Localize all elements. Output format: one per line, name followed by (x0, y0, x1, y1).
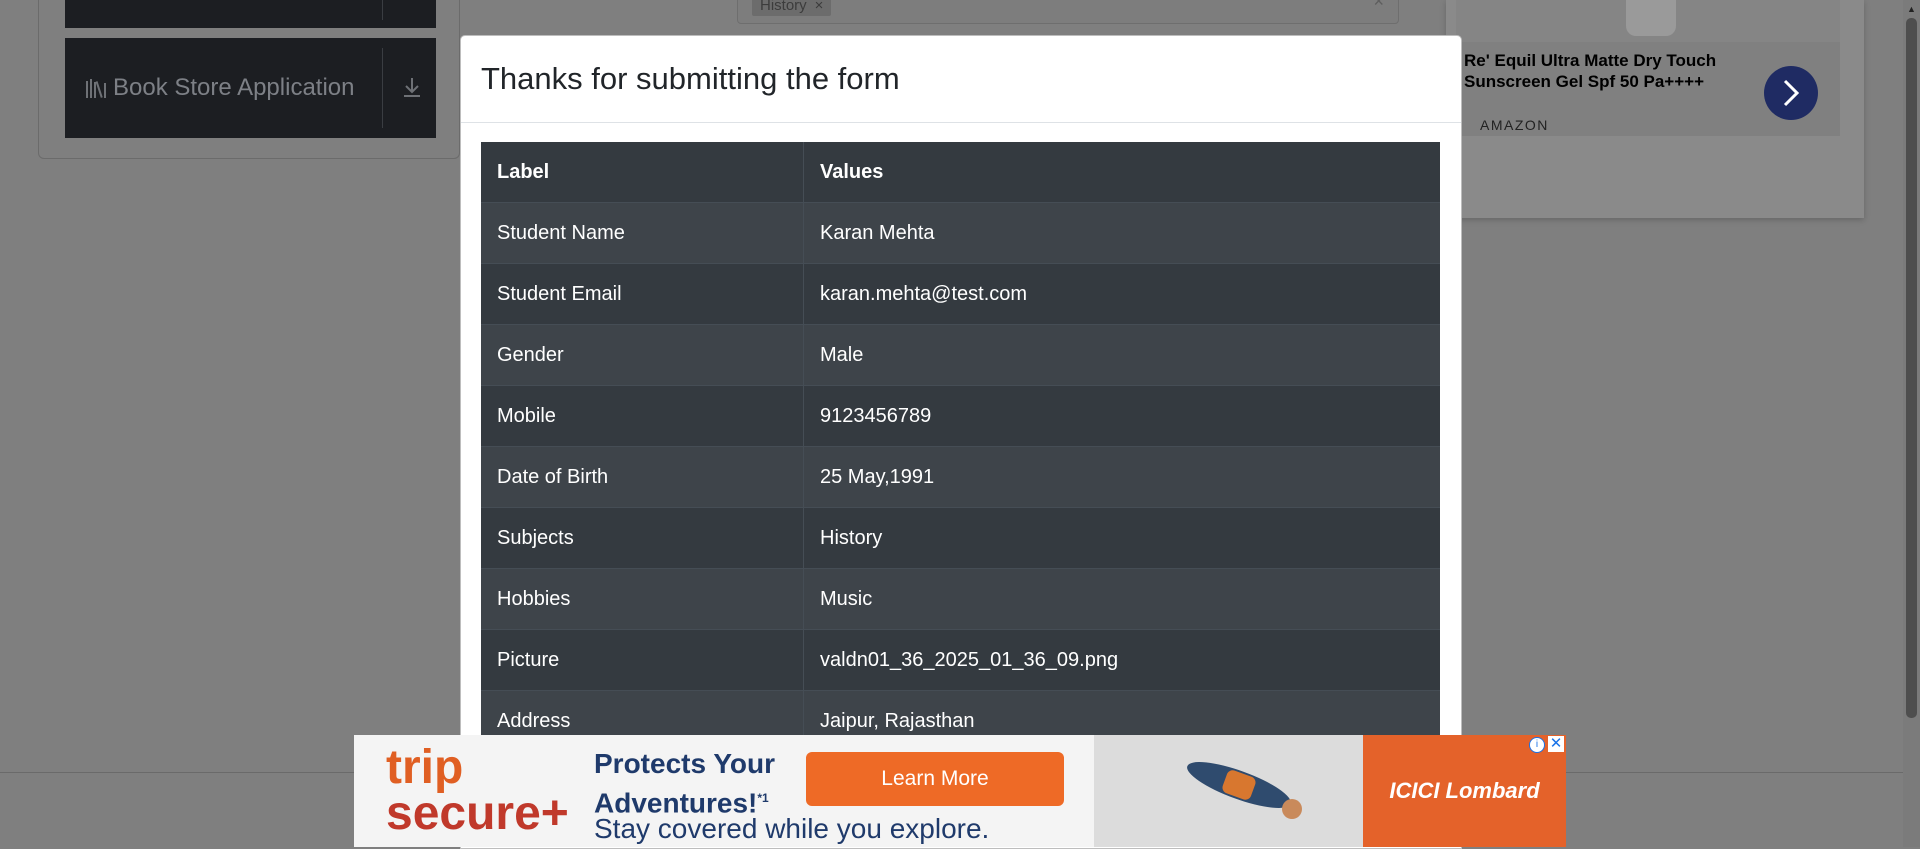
side-advertisement[interactable]: Re' Equil Ultra Matte Dry Touch Sunscree… (1446, 0, 1864, 218)
row-value: Music (803, 568, 1440, 630)
table-row: Date of Birth 25 May,1991 (481, 446, 1440, 508)
ad-close-icon[interactable]: ✕ (1548, 736, 1564, 752)
ad-subline: Stay covered while you explore. (594, 813, 990, 844)
modal-title: Thanks for submitting the form (481, 61, 900, 96)
learn-more-button[interactable]: Learn More (806, 752, 1064, 806)
row-value: 9123456789 (803, 385, 1440, 447)
scroll-thumb[interactable] (1906, 18, 1917, 718)
ad-info-icon[interactable]: i (1529, 737, 1545, 753)
clear-icon[interactable]: × (1373, 0, 1384, 12)
trip-secure-logo: trip secure+ (386, 741, 569, 840)
tile-divider (382, 0, 383, 20)
page-scrollbar[interactable]: ▲ (1903, 0, 1920, 847)
row-label: Student Name (481, 202, 804, 264)
ad-next-button[interactable] (1764, 66, 1818, 120)
row-label: Subjects (481, 507, 804, 569)
table-row: Mobile 9123456789 (481, 385, 1440, 447)
ad-brand: AMAZON (1480, 117, 1549, 133)
sidebar-tile-book-store[interactable]: Book Store Application (65, 38, 436, 138)
table-row: Gender Male (481, 324, 1440, 386)
subject-chip: History × (752, 0, 832, 16)
chip-remove-icon[interactable]: × (815, 0, 824, 14)
headline-footnote: *1 (757, 791, 769, 805)
logo-line-2: secure+ (386, 787, 569, 840)
row-value: 25 May,1991 (803, 446, 1440, 508)
table-row: Hobbies Music (481, 568, 1440, 630)
table-row: Student Email karan.mehta@test.com (481, 263, 1440, 325)
row-value: karan.mehta@test.com (803, 263, 1440, 325)
product-bottle-image (1626, 0, 1676, 36)
skydiver-image (1094, 735, 1364, 847)
row-label: Student Email (481, 263, 804, 325)
ad-headline: Protects Your Adventures!*1 (594, 747, 775, 820)
row-value: History (803, 507, 1440, 569)
row-label: Gender (481, 324, 804, 386)
table-row: Student Name Karan Mehta (481, 202, 1440, 264)
row-label: Date of Birth (481, 446, 804, 508)
headline-line-1: Protects Your (594, 748, 776, 779)
modal-header: Thanks for submitting the form (461, 36, 1461, 123)
submission-modal: Thanks for submitting the form Label Val… (460, 35, 1462, 849)
logo-line-1: trip (386, 741, 464, 794)
row-value: Male (803, 324, 1440, 386)
column-header-label: Label (481, 142, 804, 203)
row-label: Picture (481, 629, 804, 691)
submission-table: Label Values Student Name Karan Mehta St… (481, 142, 1440, 751)
row-value: Karan Mehta (803, 202, 1440, 264)
chevron-right-icon (1783, 79, 1800, 107)
table-header-row: Label Values (481, 142, 1440, 203)
sidebar-tile-previous[interactable] (65, 0, 436, 28)
download-icon[interactable] (402, 76, 422, 100)
row-label: Hobbies (481, 568, 804, 630)
subjects-input[interactable]: History × × (737, 0, 1399, 24)
subject-chip-label: History (760, 0, 807, 14)
skydiver-illustration (1187, 762, 1302, 819)
bottom-advertisement[interactable]: trip secure+ Protects Your Adventures!*1… (354, 735, 1566, 847)
table-row: Subjects History (481, 507, 1440, 569)
row-value: valdn01_36_2025_01_36_09.png (803, 629, 1440, 691)
tile-divider (382, 48, 383, 128)
scroll-up-icon[interactable]: ▲ (1907, 4, 1916, 14)
books-icon (85, 76, 109, 100)
sidebar-item-label: Book Store Application (113, 74, 355, 101)
row-label: Mobile (481, 385, 804, 447)
ad-title: Re' Equil Ultra Matte Dry Touch Sunscree… (1464, 51, 1717, 91)
table-row: Picture valdn01_36_2025_01_36_09.png (481, 629, 1440, 691)
column-header-values: Values (803, 142, 1440, 203)
ad-product-image (1456, 0, 1840, 42)
